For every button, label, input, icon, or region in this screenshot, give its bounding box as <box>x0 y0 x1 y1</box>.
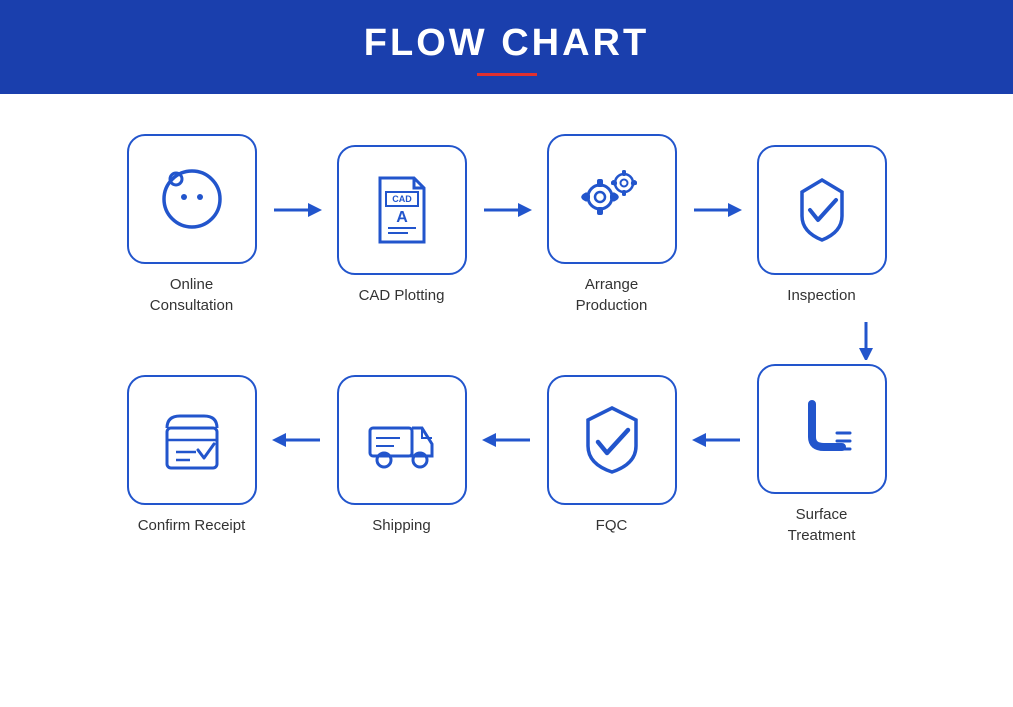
svg-text:A: A <box>396 209 408 226</box>
arrow-down-inspection <box>854 320 878 360</box>
confirm-receipt-icon <box>152 400 232 480</box>
cad-plotting-icon: CAD A <box>362 170 442 250</box>
icon-box-online-consultation <box>127 134 257 264</box>
icon-box-fqc <box>547 375 677 505</box>
label-confirm-receipt: Confirm Receipt <box>138 515 246 536</box>
label-inspection: Inspection <box>787 285 855 306</box>
arrow-1-2 <box>269 198 324 222</box>
label-fqc: FQC <box>596 515 628 536</box>
label-arrange-production: ArrangeProduction <box>576 274 648 316</box>
icon-box-inspection <box>757 145 887 275</box>
online-consultation-icon <box>152 159 232 239</box>
row-2: Confirm Receipt <box>60 364 953 546</box>
arrow-shipping-to-receipt <box>269 428 324 452</box>
fqc-icon <box>572 400 652 480</box>
icon-box-arrange-production <box>547 134 677 264</box>
icon-box-surface-treatment <box>757 364 887 494</box>
label-online-consultation: OnlineConsultation <box>150 274 233 316</box>
header-underline <box>477 73 537 76</box>
svg-text:CAD: CAD <box>392 194 412 204</box>
step-inspection: Inspection <box>744 145 899 306</box>
step-arrange-production: ArrangeProduction <box>534 134 689 316</box>
row-1: OnlineConsultation CAD <box>60 134 953 316</box>
step-surface-treatment: SurfaceTreatment <box>744 364 899 546</box>
header: FLOW CHART <box>0 0 1013 94</box>
arrow-2-3 <box>479 198 534 222</box>
inspection-icon <box>782 170 862 250</box>
icon-box-confirm-receipt <box>127 375 257 505</box>
step-shipping: Shipping <box>324 375 479 536</box>
label-shipping: Shipping <box>372 515 430 536</box>
step-confirm-receipt: Confirm Receipt <box>114 375 269 536</box>
arrange-production-icon <box>572 159 652 239</box>
down-arrow-row <box>60 320 953 360</box>
surface-treatment-icon <box>782 389 862 469</box>
step-online-consultation: OnlineConsultation <box>114 134 269 316</box>
icon-box-shipping <box>337 375 467 505</box>
arrow-3-4 <box>689 198 744 222</box>
icon-box-cad-plotting: CAD A <box>337 145 467 275</box>
arrow-surface-to-fqc <box>689 428 744 452</box>
flow-body: OnlineConsultation CAD <box>0 94 1013 566</box>
page-title: FLOW CHART <box>0 22 1013 65</box>
label-surface-treatment: SurfaceTreatment <box>788 504 856 546</box>
label-cad-plotting: CAD Plotting <box>359 285 445 306</box>
step-cad-plotting: CAD A CAD Plotting <box>324 145 479 306</box>
arrow-fqc-to-shipping <box>479 428 534 452</box>
shipping-icon <box>362 400 442 480</box>
step-fqc: FQC <box>534 375 689 536</box>
